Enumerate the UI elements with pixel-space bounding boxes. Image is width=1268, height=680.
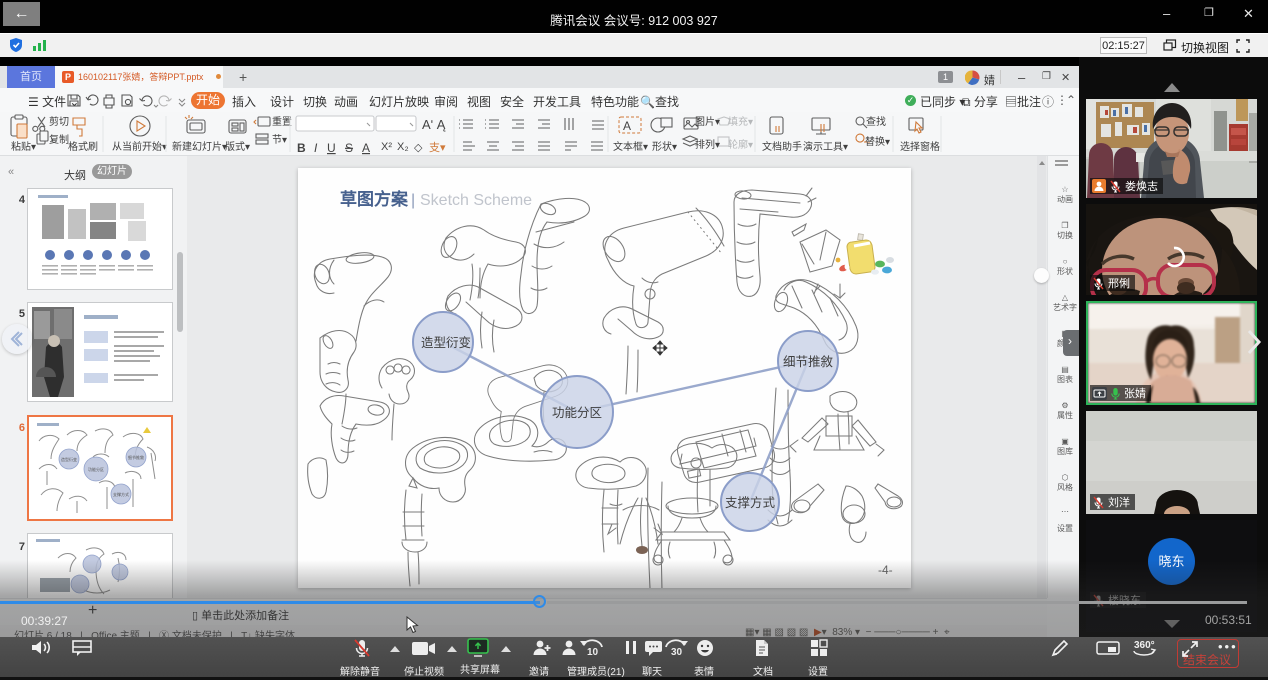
svg-text:排列▾: 排列▾ xyxy=(695,138,720,151)
svg-text:细节推敘: 细节推敘 xyxy=(128,454,144,460)
svg-text:造型衍变: 造型衍变 xyxy=(61,456,77,462)
svg-text:新建幻灯片▾: 新建幻灯片▾ xyxy=(172,140,227,153)
svg-text:版式▾: 版式▾ xyxy=(225,140,250,153)
svg-text:复制: 复制 xyxy=(49,133,69,146)
svg-text:支撑方式: 支撑方式 xyxy=(113,491,129,497)
svg-text:|: | xyxy=(411,192,415,209)
svg-text:U: U xyxy=(327,141,336,155)
svg-text:Sketch Scheme: Sketch Scheme xyxy=(420,192,532,209)
svg-text:造型衍变: 造型衍变 xyxy=(421,335,471,350)
svg-text:图片▾: 图片▾ xyxy=(695,115,720,128)
svg-text:支撑方式: 支撑方式 xyxy=(725,495,776,510)
svg-text:填充▾: 填充▾ xyxy=(728,115,753,128)
svg-text:文本框▾: 文本框▾ xyxy=(613,140,648,153)
svg-text:格式刷: 格式刷 xyxy=(68,140,98,153)
svg-text:草图方案: 草图方案 xyxy=(340,189,409,209)
svg-text:节▾: 节▾ xyxy=(272,134,287,146)
svg-text:查找: 查找 xyxy=(866,115,886,128)
svg-text:A: A xyxy=(362,141,370,155)
svg-text:剪切: 剪切 xyxy=(49,115,69,128)
svg-text:从当前开始▾: 从当前开始▾ xyxy=(112,140,167,153)
svg-text:30: 30 xyxy=(671,647,683,658)
svg-text:功能分区: 功能分区 xyxy=(552,406,602,420)
svg-text:A: A xyxy=(623,119,631,133)
svg-text:选择窗格: 选择窗格 xyxy=(900,140,940,153)
svg-text:B: B xyxy=(297,141,306,155)
svg-text:-4-: -4- xyxy=(878,563,893,577)
svg-text:10: 10 xyxy=(587,647,599,658)
svg-text:细节推敘: 细节推敘 xyxy=(783,354,834,369)
svg-text:替换▾: 替换▾ xyxy=(865,135,890,148)
svg-text:文档助手: 文档助手 xyxy=(762,140,802,153)
svg-text:粘贴▾: 粘贴▾ xyxy=(11,140,36,153)
svg-text:重置: 重置 xyxy=(272,115,292,128)
svg-text:◇: ◇ xyxy=(414,142,423,154)
svg-text:X²: X² xyxy=(381,141,392,153)
svg-text:演示工具▾: 演示工具▾ xyxy=(803,140,848,153)
svg-text:支▾: 支▾ xyxy=(429,141,446,154)
svg-text:形状▾: 形状▾ xyxy=(652,140,677,153)
svg-text:轮廓▾: 轮廓▾ xyxy=(728,138,753,151)
svg-text:功能分区: 功能分区 xyxy=(88,466,104,472)
svg-text:X₂: X₂ xyxy=(397,141,409,153)
svg-text:Aʹ Ą: Aʹ Ą xyxy=(422,117,446,132)
svg-text:S: S xyxy=(345,141,353,155)
svg-text:I: I xyxy=(314,141,318,155)
